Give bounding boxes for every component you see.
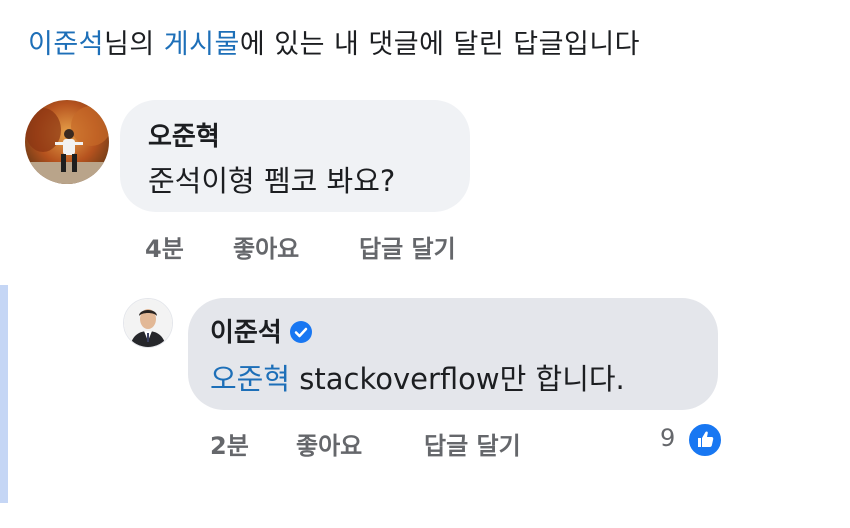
post-link[interactable]: 게시물 — [164, 29, 240, 60]
reply-like-count[interactable]: 9 — [660, 424, 675, 452]
reply-thread-indicator — [0, 285, 8, 503]
user-name-link[interactable]: 이준석 — [28, 29, 104, 60]
reply-text: stackoverflow만 합니다. — [290, 362, 625, 396]
replier-avatar[interactable] — [123, 298, 173, 348]
thumbs-up-icon[interactable] — [687, 422, 723, 458]
reply-text-row: 오준혁 stackoverflow만 합니다. — [210, 356, 625, 398]
reply-reply-button[interactable]: 답글 달기 — [424, 426, 521, 461]
comment-text: 준석이형 펨코 봐요? — [148, 164, 396, 198]
header-text-2: 에 있는 내 댓글에 달린 답글입니다 — [239, 29, 641, 60]
reply-author-row: 이준석 — [210, 312, 312, 349]
comment-author[interactable]: 오준혁 — [148, 116, 220, 153]
notification-header: 이준석님의 게시물에 있는 내 댓글에 달린 답글입니다 — [28, 22, 640, 61]
header-text-1: 님의 — [104, 29, 164, 60]
comment-time[interactable]: 4분 — [145, 229, 184, 264]
reply-time[interactable]: 2분 — [210, 426, 249, 461]
verified-badge-icon — [289, 320, 312, 343]
reply-like-button[interactable]: 좋아요 — [296, 426, 362, 461]
reply-mention-link[interactable]: 오준혁 — [210, 362, 290, 396]
comment-reply-button[interactable]: 답글 달기 — [359, 229, 456, 264]
commenter-avatar[interactable] — [25, 100, 109, 184]
reply-author[interactable]: 이준석 — [210, 318, 282, 348]
comment-like-button[interactable]: 좋아요 — [233, 229, 299, 264]
comment-bubble: 오준혁 준석이형 펨코 봐요? — [120, 100, 470, 212]
reply-bubble: 이준석 오준혁 stackoverflow만 합니다. — [188, 298, 718, 410]
notification-page: 이준석님의 게시물에 있는 내 댓글에 달린 답글입니다 오준혁 준석이형 펨코… — [0, 0, 850, 528]
